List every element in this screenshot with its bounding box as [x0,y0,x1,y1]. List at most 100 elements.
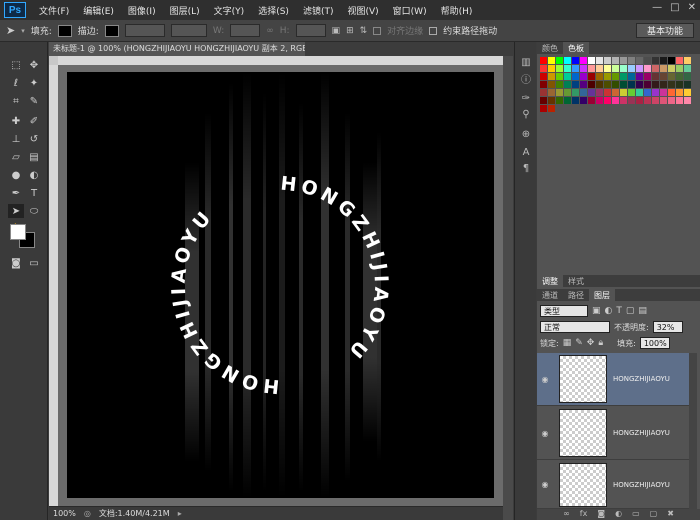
color-swatch[interactable] [612,57,619,64]
color-swatch[interactable] [636,57,643,64]
color-swatch[interactable] [556,97,563,104]
color-swatch[interactable] [596,81,603,88]
color-swatch[interactable] [604,89,611,96]
eraser-tool-icon[interactable]: ▱ [8,150,24,164]
color-swatch[interactable] [628,57,635,64]
layers-scrollbar[interactable] [689,353,697,509]
color-swatch[interactable] [580,89,587,96]
color-swatch[interactable] [588,81,595,88]
color-swatch[interactable] [596,73,603,80]
color-swatch[interactable] [628,97,635,104]
new-layer-icon[interactable]: ▢ [650,509,658,520]
menu-filter[interactable]: 滤镜(T) [296,4,341,17]
stroke-swatch[interactable] [104,24,119,37]
color-swatch[interactable] [572,97,579,104]
color-swatch[interactable] [596,97,603,104]
color-swatch[interactable] [668,65,675,72]
color-swatch[interactable] [540,97,547,104]
color-swatch[interactable] [548,105,555,112]
link-layers-icon[interactable]: ∞ [563,509,570,520]
color-swatch[interactable] [644,81,651,88]
layer-filter-select[interactable]: 类型 [540,305,588,317]
healing-brush-icon[interactable]: ✚ [8,114,24,128]
color-swatch[interactable] [564,81,571,88]
color-swatch[interactable] [636,81,643,88]
color-swatch[interactable] [572,57,579,64]
gradient-tool-icon[interactable]: ▤ [26,150,42,164]
color-swatch[interactable] [660,65,667,72]
color-swatch[interactable] [572,73,579,80]
color-swatch[interactable] [684,89,691,96]
tool-preset-chevron-icon[interactable]: ▾ [21,27,25,35]
color-swatch[interactable] [660,89,667,96]
color-swatch[interactable] [620,57,627,64]
color-swatch[interactable] [628,81,635,88]
tab-paths[interactable]: 路径 [563,289,589,301]
color-swatch[interactable] [548,97,555,104]
color-swatch[interactable] [580,81,587,88]
color-swatch[interactable] [620,89,627,96]
layer-row[interactable]: ◉ HONGZHIJIAOYU [537,461,689,509]
color-swatch[interactable] [644,97,651,104]
color-swatch[interactable] [676,57,683,64]
color-swatch[interactable] [572,65,579,72]
paragraph-panel-icon[interactable]: ¶ [520,162,532,174]
link-icon[interactable]: ∞ [266,26,274,36]
tab-adjustments[interactable]: 调整 [537,275,563,287]
color-swatch[interactable] [612,97,619,104]
color-swatch[interactable] [644,57,651,64]
tab-layers[interactable]: 图层 [589,289,615,301]
opacity-field[interactable]: 32% [652,321,683,333]
color-swatch[interactable] [540,89,547,96]
color-swatch[interactable] [636,97,643,104]
eyedropper-icon[interactable]: ✎ [26,94,42,108]
color-swatch[interactable] [612,81,619,88]
color-swatch[interactable] [668,57,675,64]
layer-row[interactable]: ◉ HONGZHIJIAOYU [537,407,689,460]
menu-edit[interactable]: 编辑(E) [76,4,121,17]
color-swatch[interactable] [572,81,579,88]
menu-file[interactable]: 文件(F) [32,4,76,17]
color-swatch[interactable] [548,65,555,72]
color-swatch[interactable] [596,65,603,72]
stroke-style-select[interactable] [170,24,207,37]
lock-pixels-icon[interactable]: ✎ [575,338,583,348]
color-swatch[interactable] [644,73,651,80]
color-swatch[interactable] [620,97,627,104]
minimize-button[interactable]: — [652,2,662,13]
tab-swatches[interactable]: 色板 [563,42,589,54]
type-tool-icon[interactable]: T [26,186,42,200]
move-tool-icon[interactable]: ✥ [26,58,42,72]
color-swatch[interactable] [564,97,571,104]
color-swatch[interactable] [668,97,675,104]
filter-type-icon[interactable]: T [616,306,622,316]
color-swatch[interactable] [620,65,627,72]
ellipse-tool-icon[interactable]: ⬭ [26,204,42,218]
color-swatch[interactable] [636,89,643,96]
color-swatch[interactable] [564,57,571,64]
menu-type[interactable]: 文字(Y) [207,4,252,17]
color-swatch[interactable] [620,73,627,80]
status-menu-icon[interactable]: ▸ [178,509,182,518]
color-swatch[interactable] [636,65,643,72]
color-swatch[interactable] [612,65,619,72]
color-swatch[interactable] [644,65,651,72]
color-swatch[interactable] [580,73,587,80]
filter-shape-icon[interactable]: ▢ [626,306,635,316]
color-swatch[interactable] [668,73,675,80]
dummy40[interactable] [8,208,24,222]
clone-stamp-icon[interactable]: ⊥ [8,132,24,146]
color-swatch[interactable] [652,81,659,88]
color-swatch[interactable] [548,57,555,64]
path-select-tool-icon[interactable]: ➤ [6,24,15,37]
color-swatch[interactable] [604,81,611,88]
status-icon[interactable]: ◎ [84,509,91,518]
menu-window[interactable]: 窗口(W) [386,4,434,17]
path-arrange-icon[interactable]: ⇅ [360,26,368,36]
color-swatch[interactable] [596,57,603,64]
menu-image[interactable]: 图像(I) [121,4,163,17]
color-swatch[interactable] [540,73,547,80]
lock-transparency-icon[interactable]: ▦ [563,338,572,348]
color-swatch[interactable] [652,65,659,72]
color-swatch[interactable] [652,97,659,104]
